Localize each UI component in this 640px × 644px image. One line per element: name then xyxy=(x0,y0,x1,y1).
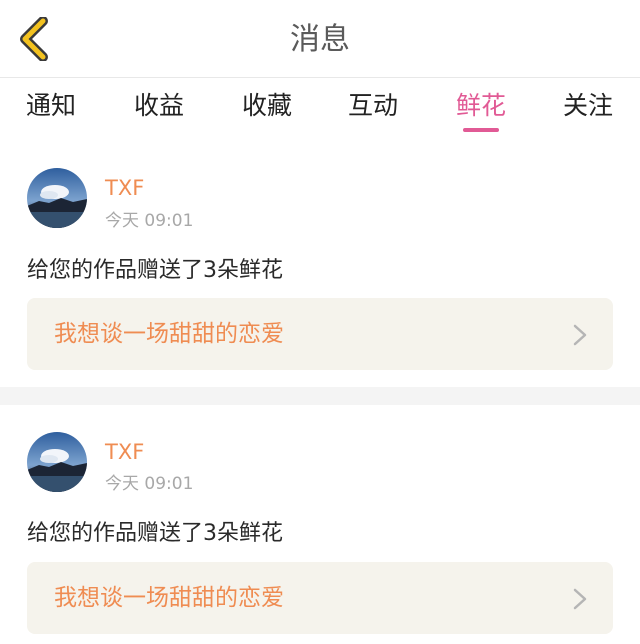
avatar-landscape-image xyxy=(27,168,87,228)
active-tab-indicator xyxy=(463,128,499,132)
avatar-landscape-image xyxy=(27,432,87,492)
avatar[interactable] xyxy=(27,168,87,228)
sender-username[interactable]: TXF xyxy=(105,176,144,200)
tab-notifications[interactable]: 通知 xyxy=(6,78,96,140)
chevron-right-icon xyxy=(573,324,587,346)
card-divider xyxy=(0,387,640,405)
tab-label: 互动 xyxy=(347,91,398,120)
tab-bar: 通知 收益 收藏 互动 鲜花 关注 xyxy=(0,78,640,140)
tab-label: 关注 xyxy=(562,91,613,120)
message-card: TXF 今天 09:01 给您的作品赠送了3朵鲜花 我想谈一场甜甜的恋爱 xyxy=(0,140,640,387)
work-title: 我想谈一场甜甜的恋爱 xyxy=(54,585,284,611)
tab-label: 收藏 xyxy=(241,91,292,120)
work-link[interactable]: 我想谈一场甜甜的恋爱 xyxy=(27,562,613,634)
message-text: 给您的作品赠送了3朵鲜花 xyxy=(27,521,283,546)
tab-label: 鲜花 xyxy=(455,91,506,120)
avatar[interactable] xyxy=(27,432,87,492)
sender-username[interactable]: TXF xyxy=(105,440,144,464)
tab-interactions[interactable]: 互动 xyxy=(328,78,418,140)
messages-screen: 消息 通知 收益 收藏 互动 鲜花 关注 TXF 今天 09:01 给您的作品赠… xyxy=(0,0,640,644)
message-timestamp: 今天 09:01 xyxy=(105,474,194,494)
work-link[interactable]: 我想谈一场甜甜的恋爱 xyxy=(27,298,613,370)
tab-following[interactable]: 关注 xyxy=(543,78,633,140)
chevron-right-icon xyxy=(573,588,587,610)
tab-earnings[interactable]: 收益 xyxy=(114,78,204,140)
tab-favorites[interactable]: 收藏 xyxy=(222,78,312,140)
page-title: 消息 xyxy=(290,22,350,57)
message-card: TXF 今天 09:01 给您的作品赠送了3朵鲜花 我想谈一场甜甜的恋爱 xyxy=(0,405,640,644)
work-title: 我想谈一场甜甜的恋爱 xyxy=(54,321,284,347)
tab-label: 收益 xyxy=(133,91,184,120)
tab-flowers[interactable]: 鲜花 xyxy=(436,78,526,140)
header-bar: 消息 xyxy=(0,0,640,78)
message-text: 给您的作品赠送了3朵鲜花 xyxy=(27,258,283,283)
tab-label: 通知 xyxy=(25,91,76,120)
message-timestamp: 今天 09:01 xyxy=(105,211,194,231)
